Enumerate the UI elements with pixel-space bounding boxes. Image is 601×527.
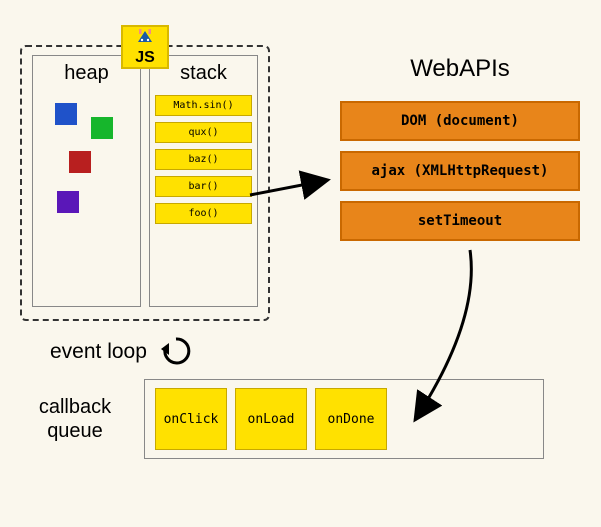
- heap-object: [55, 103, 77, 125]
- stack-frame: Math.sin(): [155, 95, 252, 116]
- webapis-title: WebAPIs: [340, 55, 580, 83]
- webapis-section: WebAPIs DOM (document) ajax (XMLHttpReque…: [340, 55, 580, 251]
- js-mascot-icon: [134, 29, 156, 49]
- webapi-item: DOM (document): [340, 101, 580, 141]
- callback-item: onLoad: [235, 388, 307, 450]
- stack-body: Math.sin() qux() baz() bar() foo(): [150, 95, 257, 232]
- stack-frame: baz(): [155, 149, 252, 170]
- js-logo: JS: [121, 25, 169, 69]
- webapi-item: ajax (XMLHttpRequest): [340, 151, 580, 191]
- event-loop-icon: [161, 335, 191, 369]
- top-row: JS heap stack Math.sin() qux() baz() bar() f…: [20, 15, 581, 321]
- event-loop-row: event loop: [50, 335, 581, 369]
- callback-queue-box: onClickonLoadonDone: [144, 379, 544, 459]
- heap-object: [91, 117, 113, 139]
- callback-item: onClick: [155, 388, 227, 450]
- heap-panel: heap: [32, 55, 141, 307]
- stack-title: stack: [180, 62, 227, 85]
- stack-frame: qux(): [155, 122, 252, 143]
- heap-object: [69, 151, 91, 173]
- js-logo-text: JS: [135, 49, 155, 67]
- webapis-list: DOM (document) ajax (XMLHttpRequest) setTi…: [340, 101, 580, 241]
- stack-panel: stack Math.sin() qux() baz() bar() foo(): [149, 55, 258, 307]
- callback-queue-label-text: callback queue: [39, 396, 111, 442]
- heap-body: [33, 95, 140, 306]
- callback-queue-row: callback queue onClickonLoadonDone: [20, 379, 581, 459]
- webapi-item: setTimeout: [340, 201, 580, 241]
- stack-frame: bar(): [155, 176, 252, 197]
- heap-object: [57, 191, 79, 213]
- event-loop-label: event loop: [50, 340, 147, 364]
- js-engine-box: JS heap stack Math.sin() qux() baz() bar() f…: [20, 45, 270, 321]
- stack-frame: foo(): [155, 203, 252, 224]
- callback-item: onDone: [315, 388, 387, 450]
- heap-title: heap: [64, 62, 109, 85]
- callback-queue-label: callback queue: [20, 395, 130, 443]
